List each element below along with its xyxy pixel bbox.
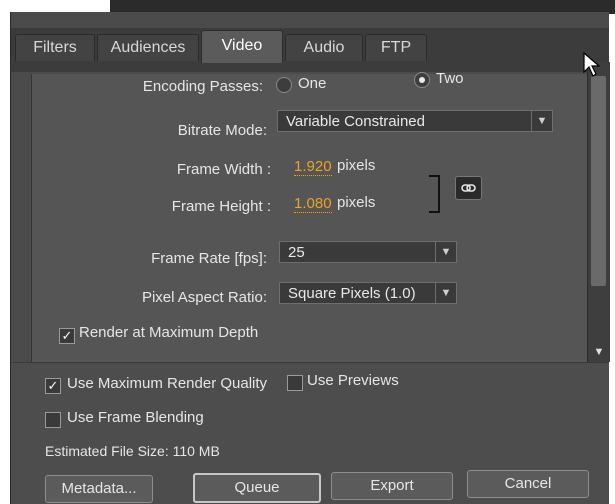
max-render-quality-label: Use Maximum Render Quality	[67, 375, 268, 392]
tab-filters[interactable]: Filters	[15, 34, 95, 61]
use-previews-checkbox[interactable]	[287, 375, 303, 391]
frame-rate-label: Frame Rate [fps]:	[151, 250, 267, 267]
frame-width-label: Frame Width :	[176, 161, 271, 178]
pixel-aspect-label: Pixel Aspect Ratio:	[141, 289, 267, 306]
screen: Filters Audiences Video Audio FTP Encodi…	[0, 0, 615, 504]
export-options-area: ✓ Use Maximum Render Quality Use Preview…	[11, 362, 609, 504]
frame-height-label: Frame Height :	[171, 198, 271, 215]
frame-width-value[interactable]: 1.920	[294, 158, 332, 176]
scrollbar-thumb[interactable]	[591, 76, 606, 286]
settings-scrollbar[interactable]: ▼	[587, 62, 610, 362]
render-max-depth-checkbox[interactable]: ✓	[59, 328, 75, 344]
tab-ftp[interactable]: FTP	[365, 34, 427, 61]
chevron-down-icon: ▼	[435, 242, 456, 262]
frame-height-unit: pixels	[337, 194, 376, 211]
frame-blending-label: Use Frame Blending	[67, 409, 204, 426]
frame-height-value[interactable]: 1.080	[294, 195, 332, 213]
frame-rate-value: 25	[288, 244, 305, 261]
export-button[interactable]: Export	[331, 472, 453, 500]
bitrate-mode-select[interactable]: Variable Constrained ▼	[277, 110, 553, 132]
mouse-pointer-icon	[583, 52, 601, 77]
max-render-quality-checkbox[interactable]: ✓	[45, 378, 61, 394]
estimated-file-size: Estimated File Size: 110 MB	[45, 443, 220, 459]
tab-audiences[interactable]: Audiences	[97, 34, 199, 61]
chevron-down-icon: ▼	[531, 111, 552, 131]
dimension-link-bracket	[429, 175, 440, 213]
tab-audio[interactable]: Audio	[285, 34, 363, 61]
encoding-passes-label: Encoding Passes:	[142, 78, 263, 95]
encoding-two-radio[interactable]	[414, 72, 430, 88]
scroll-down-arrow-icon[interactable]: ▼	[591, 346, 607, 358]
export-settings-dialog: Filters Audiences Video Audio FTP Encodi…	[10, 12, 610, 504]
pixel-aspect-select[interactable]: Square Pixels (1.0) ▼	[279, 282, 457, 304]
frame-rate-select[interactable]: 25 ▼	[279, 241, 457, 263]
frame-blending-checkbox[interactable]	[45, 412, 61, 428]
link-icon	[461, 184, 476, 192]
encoding-one-label: One	[298, 75, 327, 92]
constrain-proportions-button[interactable]	[455, 176, 482, 200]
bitrate-mode-label: Bitrate Mode:	[177, 122, 267, 139]
use-previews-label: Use Previews	[307, 372, 399, 389]
tab-video[interactable]: Video	[201, 30, 283, 63]
encoding-two-label: Two	[436, 70, 464, 87]
pixel-aspect-value: Square Pixels (1.0)	[288, 285, 416, 302]
render-max-depth-label: Render at Maximum Depth	[79, 324, 259, 341]
cancel-button[interactable]: Cancel	[467, 470, 589, 498]
frame-width-unit: pixels	[337, 157, 376, 174]
metadata-button[interactable]: Metadata...	[45, 475, 153, 503]
queue-button[interactable]: Queue	[193, 473, 321, 503]
bitrate-mode-value: Variable Constrained	[286, 113, 425, 130]
chevron-down-icon: ▼	[435, 283, 456, 303]
encoding-one-radio[interactable]	[276, 77, 292, 93]
